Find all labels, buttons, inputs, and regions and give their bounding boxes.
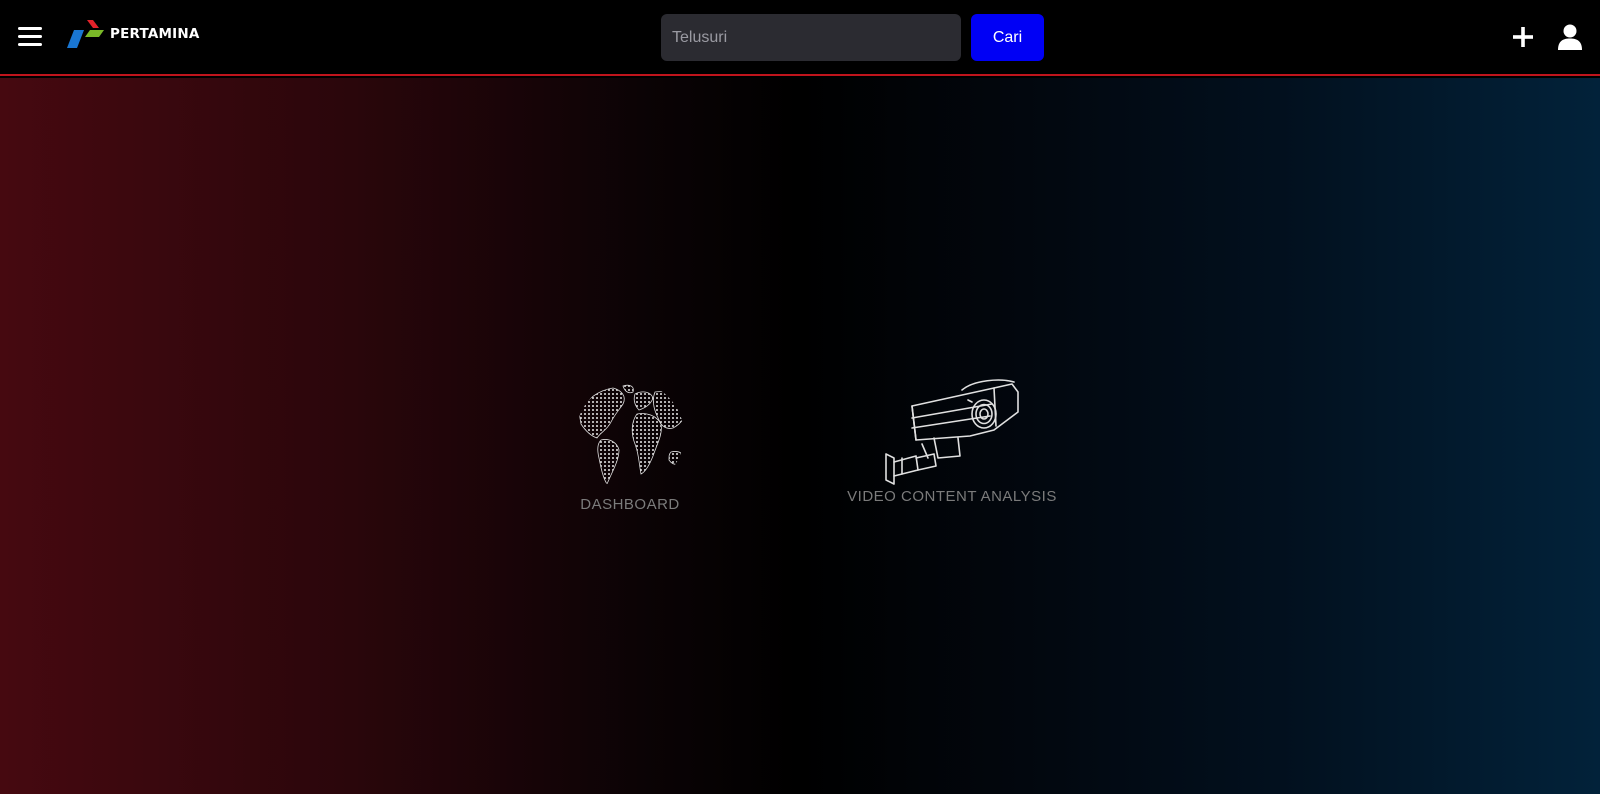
search-input[interactable] [661,14,961,61]
menu-bar [18,35,42,38]
dashboard-label: DASHBOARD [580,496,680,513]
video-content-analysis-label: VIDEO CONTENT ANALYSIS [847,488,1057,505]
menu-bar [18,43,42,46]
pertamina-logo-icon [67,20,104,48]
video-content-analysis-tile[interactable]: VIDEO CONTENT ANALYSIS [836,378,1068,505]
brand-logo[interactable]: PERTAMINA [66,18,200,50]
brand-name: PERTAMINA [110,26,200,42]
top-navbar: PERTAMINA Cari [0,0,1600,76]
main-content: DASHBOARD VIDEO CONTENT ANALYSIS [0,78,1600,794]
search-button[interactable]: Cari [971,14,1044,61]
menu-bar [18,27,42,30]
dashboard-tile[interactable]: DASHBOARD [568,380,692,513]
globe-icon [578,384,684,485]
cctv-camera-icon [885,379,1019,485]
menu-icon[interactable] [18,25,44,47]
user-icon[interactable] [1558,24,1582,50]
plus-icon[interactable] [1513,27,1533,47]
